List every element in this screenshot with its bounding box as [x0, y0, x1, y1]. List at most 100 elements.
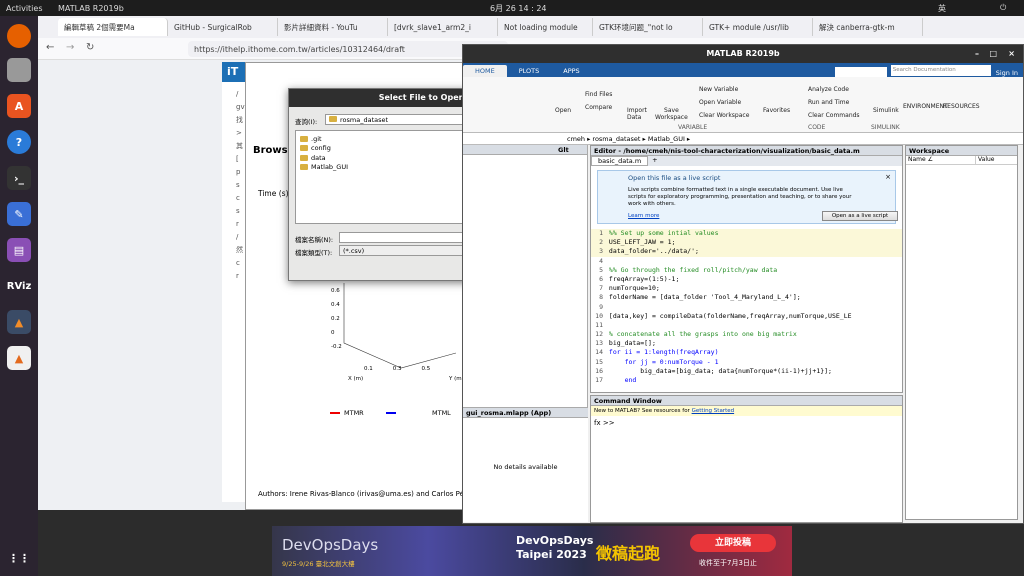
- text-editor-icon[interactable]: ✎: [7, 202, 31, 226]
- lookin-select[interactable]: rosma_dataset▾: [325, 114, 475, 125]
- show-apps-icon[interactable]: ⋮⋮: [7, 546, 31, 570]
- new-variable-button[interactable]: New Variable: [699, 86, 738, 93]
- getting-started-link[interactable]: Getting Started: [692, 408, 735, 414]
- code-line[interactable]: 9: [591, 303, 902, 312]
- minimize-icon[interactable]: –: [975, 45, 979, 63]
- software-icon[interactable]: A: [7, 94, 31, 118]
- run-time-button[interactable]: Run and Time: [808, 99, 849, 106]
- favorites-button[interactable]: Favorites: [763, 107, 790, 114]
- reload-icon[interactable]: ↻: [86, 42, 94, 53]
- system-top-bar: Activities MATLAB R2019b 6月 26 14 : 24 英…: [0, 0, 1024, 16]
- code-line[interactable]: 4: [591, 257, 902, 266]
- signin-link[interactable]: Sign In: [991, 69, 1023, 77]
- video-icon[interactable]: ▤: [7, 238, 31, 262]
- editor-tab[interactable]: basic_data.m: [591, 156, 649, 166]
- legend-mtml: MTML: [432, 409, 451, 417]
- code-line[interactable]: 8 folderName = [data_folder 'Tool_4_Mary…: [591, 293, 902, 302]
- terminal-icon[interactable]: ›_: [7, 166, 31, 190]
- editor-panel: Editor - /home/cmeh/nis-tool-characteriz…: [590, 145, 903, 393]
- rviz-icon[interactable]: RViz: [7, 274, 32, 298]
- quick-access-bar[interactable]: [834, 67, 887, 77]
- code-line[interactable]: 6 freqArray=(1:5)-1;: [591, 275, 902, 284]
- close-icon[interactable]: ×: [1008, 45, 1015, 63]
- find-files-button[interactable]: Find Files: [585, 91, 612, 98]
- new-tab-icon[interactable]: +: [648, 156, 661, 166]
- import-data-button[interactable]: Import Data: [627, 107, 647, 121]
- open-variable-button[interactable]: Open Variable: [699, 99, 741, 106]
- tab-home[interactable]: HOME: [463, 65, 507, 77]
- save-workspace-button[interactable]: Save Workspace: [655, 107, 688, 121]
- close-icon[interactable]: ×: [885, 173, 891, 181]
- environment-button[interactable]: ENVIRONMENT: [903, 103, 948, 110]
- code-line[interactable]: 5 %% Go through the fixed roll/pitch/yaw…: [591, 266, 902, 275]
- firefox-icon[interactable]: [7, 24, 31, 48]
- axis-tick-label: 0.4: [331, 302, 340, 308]
- tab-ithelp[interactable]: 編輯草稿 2個需要Ma: [58, 18, 168, 36]
- live-script-banner: Open this file as a live script Live scr…: [597, 170, 898, 224]
- code-line[interactable]: 2 USE_LEFT_JAW = 1;: [591, 238, 902, 248]
- maximize-icon[interactable]: □: [989, 45, 997, 63]
- active-app-label[interactable]: MATLAB R2019b: [58, 4, 124, 13]
- workspace-panel: Workspace Name ∠ Value: [905, 145, 1018, 520]
- code-text: big_data=[];: [605, 339, 656, 348]
- tab-apps[interactable]: APPS: [551, 65, 591, 77]
- name-column[interactable]: Name ∠: [906, 156, 976, 164]
- code-line[interactable]: 15 for jj = 0:numTorque - 1: [591, 358, 902, 367]
- command-prompt[interactable]: fx >>: [591, 416, 902, 430]
- back-icon[interactable]: ←: [46, 42, 54, 53]
- tab-module[interactable]: Not loading module: [498, 18, 593, 36]
- code-line[interactable]: 7 numTorque=10;: [591, 284, 902, 293]
- code-line[interactable]: 3 data_folder='../data/';: [591, 247, 902, 257]
- tab-github[interactable]: GitHub - SurgicalRob: [168, 18, 278, 36]
- code-line[interactable]: 12 % concatenate all the grasps into one…: [591, 330, 902, 339]
- activities-button[interactable]: Activities: [6, 4, 43, 13]
- code-area[interactable]: 1 %% Set up some intial values 2 USE_LEFT…: [591, 229, 902, 385]
- learn-more-link[interactable]: Learn more: [628, 213, 659, 219]
- url-bar[interactable]: https://ithelp.ithome.com.tw/articles/10…: [188, 41, 508, 57]
- code-text: for jj = 0:numTorque - 1: [605, 357, 719, 366]
- power-icon[interactable]: ⏻: [1000, 3, 1006, 13]
- analyze-code-button[interactable]: Analyze Code: [808, 86, 849, 93]
- line-number: 11: [595, 320, 603, 329]
- code-line[interactable]: 14 for ii = 1:length(freqArray): [591, 348, 902, 357]
- code-text: [data,key] = compileData(folderName,freq…: [605, 311, 852, 320]
- command-window[interactable]: Command Window New to MATLAB? See resour…: [590, 395, 903, 523]
- help-icon[interactable]: ?: [7, 130, 31, 154]
- line-number: 14: [595, 348, 603, 357]
- tab-dvrk[interactable]: [dvrk_slave1_arm2_i: [388, 18, 498, 36]
- line-number: 2: [599, 238, 603, 247]
- tab-gtk-env[interactable]: GTK环境问题_"not lo: [593, 18, 703, 36]
- clock[interactable]: 6月 26 14 : 24: [490, 3, 547, 14]
- search-documentation-input[interactable]: Search Documentation: [890, 65, 991, 76]
- code-line[interactable]: 11: [591, 321, 902, 330]
- compare-button[interactable]: Compare: [585, 104, 612, 111]
- code-line[interactable]: 1 %% Set up some intial values: [591, 229, 902, 239]
- clear-commands-button[interactable]: Clear Commands: [808, 112, 860, 119]
- matlab-app-icon[interactable]: ▲: [7, 346, 31, 370]
- current-folder-path[interactable]: cmeh ▸ rosma_dataset ▸ Matlab_GUI ▸: [463, 133, 1023, 145]
- matlab-icon[interactable]: ▲: [7, 310, 31, 334]
- banner-cta: 徵稿起跑: [596, 544, 661, 563]
- value-column[interactable]: Value: [976, 156, 994, 164]
- clear-workspace-button[interactable]: Clear Workspace: [699, 112, 749, 119]
- devopsdays-banner[interactable]: DevOpsDays 9/25-9/26 臺北文創大樓 DevOpsDays T…: [272, 526, 792, 576]
- forward-icon[interactable]: →: [66, 42, 74, 53]
- code-line[interactable]: 16 big_data=[big_data; data{numTorque*(i…: [591, 367, 902, 376]
- code-line[interactable]: 13 big_data=[];: [591, 339, 902, 348]
- tab-youtube[interactable]: 影片詳細資料 - YouTu: [278, 18, 388, 36]
- open-live-script-button[interactable]: Open as a live script: [822, 211, 898, 221]
- submit-button[interactable]: 立即投稿: [690, 534, 776, 552]
- open-button[interactable]: Open: [555, 107, 571, 114]
- axis-tick-label: 0.2: [331, 316, 340, 322]
- tab-plots[interactable]: PLOTS: [507, 65, 552, 77]
- code-line[interactable]: 17 end: [591, 376, 902, 385]
- files-icon[interactable]: [7, 58, 31, 82]
- tab-gtk-module[interactable]: GTK+ module /usr/lib: [703, 18, 813, 36]
- resources-button[interactable]: RESOURCES: [943, 103, 980, 110]
- language-indicator[interactable]: 英: [938, 3, 946, 14]
- matlab-toolstrip-tabs: HOME PLOTS APPS Search Documentation Sig…: [463, 63, 1023, 77]
- code-line[interactable]: 10 [data,key] = compileData(folderName,f…: [591, 312, 902, 321]
- simulink-button[interactable]: Simulink: [873, 107, 899, 114]
- tab-canberra[interactable]: 解決 canberra-gtk-m: [813, 18, 923, 36]
